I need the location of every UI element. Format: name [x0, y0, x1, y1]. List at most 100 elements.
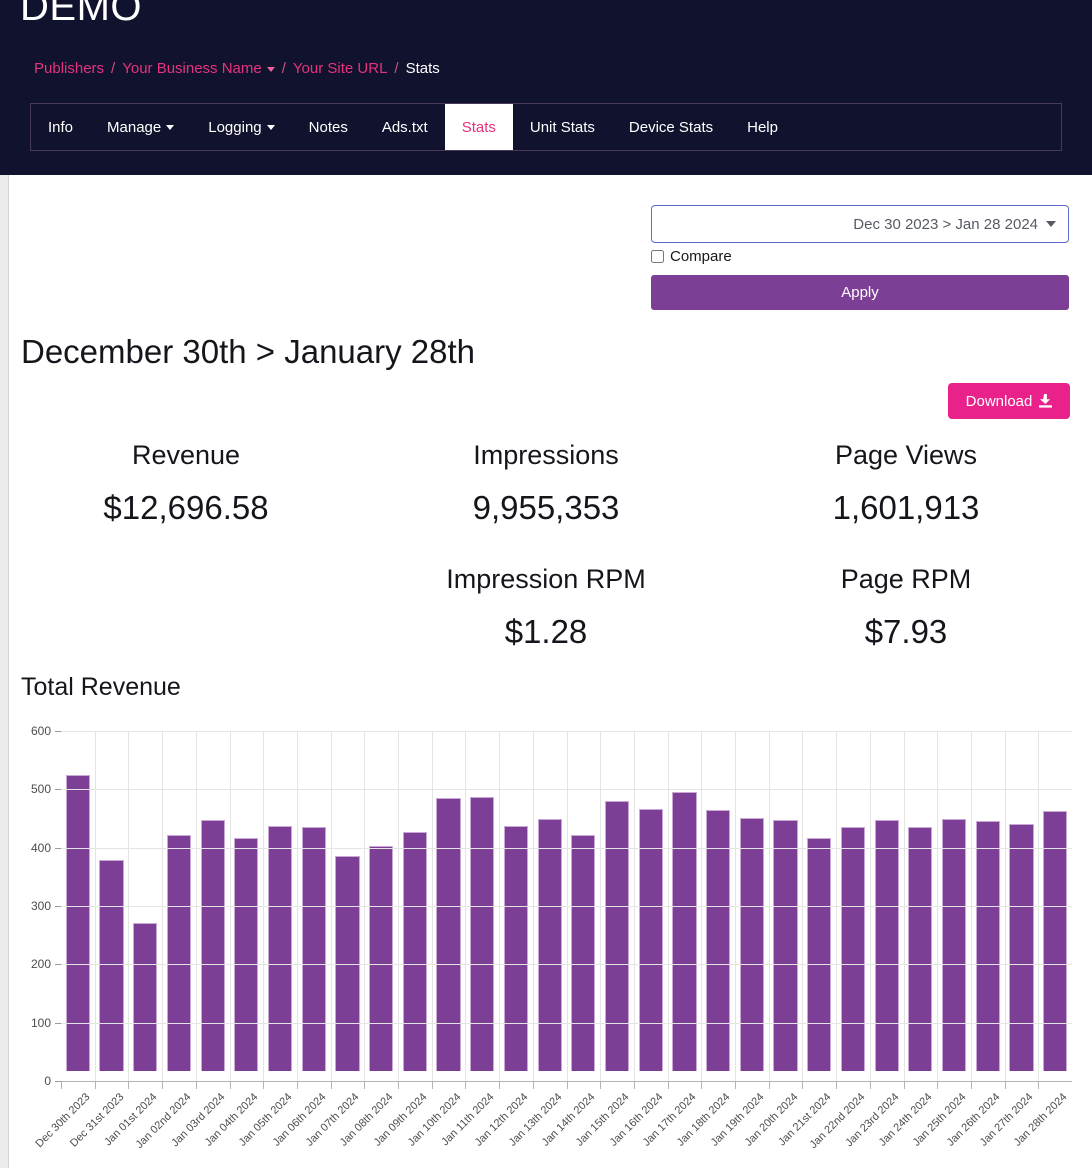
nav-item-ads-txt[interactable]: Ads.txt [365, 104, 445, 150]
chart-x-tick [364, 1081, 366, 1089]
chart-bar[interactable] [133, 923, 158, 1071]
chart-gridline-vertical [633, 731, 635, 1081]
chevron-down-icon[interactable] [1046, 221, 1056, 227]
chart-x-tick [162, 1081, 164, 1089]
chart-gridline-vertical [667, 731, 669, 1081]
chart-x-axis-labels: Dec 30th 2023 Dec 31st 2023 Jan 01st 2024 J… [33, 1091, 1072, 1168]
chart-x-tick [701, 1081, 703, 1089]
chart-bar[interactable] [571, 834, 596, 1071]
chart-bar[interactable] [267, 826, 293, 1071]
chart-x-tick [330, 1081, 332, 1089]
breadcrumb-business[interactable]: Your Business Name [122, 60, 262, 77]
chart-gridline-vertical [836, 731, 838, 1081]
nav-item-logging[interactable]: Logging [191, 104, 291, 150]
chart-x-tick [229, 1081, 231, 1089]
chart-gridline-vertical [1004, 731, 1006, 1081]
chart-x-tick [1004, 1081, 1006, 1089]
chart-bar[interactable] [436, 798, 461, 1071]
chart-bar[interactable] [672, 791, 697, 1071]
chart-x-tick [802, 1081, 804, 1089]
chart-gridline-vertical [398, 731, 399, 1081]
chart-bar[interactable] [975, 820, 1000, 1071]
chart-bar[interactable] [99, 860, 124, 1071]
chart-bar[interactable] [840, 827, 866, 1071]
metric-page-rpm-label: Page RPM [840, 564, 972, 594]
top-header: DEMO Publishers / Your Business Name / Your … [0, 0, 1092, 175]
chart-y-axis-label: 300 [30, 899, 51, 913]
chart-bar[interactable] [402, 832, 427, 1071]
breadcrumb-separator-1: / [111, 60, 116, 77]
page-title: December 30th > January 28th [21, 333, 476, 370]
chart-gridline-vertical [903, 731, 905, 1081]
total-revenue-chart: Dec 30th 2023 Dec 31st 2023 Jan 01st 2024 J… [21, 710, 1072, 1160]
chart-gridline-vertical [701, 731, 703, 1081]
chart-bar[interactable] [773, 820, 798, 1071]
chart-bar[interactable] [369, 846, 394, 1071]
chart-bar[interactable] [200, 819, 225, 1071]
compare-toggle[interactable]: Compare [651, 248, 732, 265]
compare-checkbox[interactable] [651, 250, 664, 263]
nav-item-unit-stats[interactable]: Unit Stats [513, 104, 612, 150]
brand-logo: DEMO [20, 0, 142, 29]
chart-x-tick [296, 1081, 298, 1089]
chart-bar[interactable] [166, 835, 192, 1071]
metric-impressions-label: Impressions [473, 440, 619, 470]
chart-bar[interactable] [301, 826, 326, 1071]
breadcrumb-separator-3: / [394, 60, 399, 77]
chart-bar[interactable] [234, 837, 259, 1071]
nav-item-device-stats[interactable]: Device Stats [612, 104, 730, 150]
chart-bar[interactable] [537, 819, 562, 1071]
chart-bar[interactable] [1043, 810, 1068, 1071]
left-gutter [0, 175, 9, 1168]
nav-item-help[interactable]: Help [730, 104, 795, 150]
nav-item-manage[interactable]: Manage [90, 104, 191, 150]
chart-gridline-vertical [465, 731, 467, 1081]
chart-gridline-vertical [869, 731, 871, 1081]
nav-item-info[interactable]: Info [31, 104, 90, 150]
chart-gridline-vertical [768, 731, 770, 1081]
chart-bar[interactable] [604, 800, 630, 1071]
chart-x-tick [499, 1081, 501, 1089]
chart-x-tick [1038, 1081, 1040, 1089]
chart-gridline-vertical [532, 731, 534, 1081]
chart-x-tick [61, 1081, 62, 1089]
chart-x-tick [970, 1081, 972, 1089]
nav-item-label: Unit Stats [529, 118, 595, 136]
chevron-down-icon[interactable] [266, 66, 275, 72]
nav-item-notes[interactable]: Notes [292, 104, 365, 150]
nav-item-label: Logging [208, 118, 262, 136]
chart-x-tick [94, 1081, 96, 1089]
metric-impressions-value: 9,955,353 [472, 489, 620, 526]
nav-item-stats[interactable]: Stats [444, 104, 513, 150]
apply-button[interactable]: Apply [651, 275, 1069, 310]
chart-x-tick [263, 1081, 265, 1089]
metric-revenue: Revenue $12,696.58 [4, 436, 368, 534]
chart-bar[interactable] [503, 826, 529, 1071]
chart-x-tick [836, 1081, 838, 1089]
chart-gridline-vertical [330, 731, 332, 1081]
chart-x-axis-label: Jan 28th 2024 [1011, 1091, 1070, 1149]
download-button-label: Download [965, 392, 1033, 410]
chart-bar[interactable] [908, 826, 933, 1071]
chart-x-tick [566, 1081, 568, 1089]
chart-bar[interactable] [1009, 824, 1034, 1071]
download-button[interactable]: Download [948, 383, 1070, 419]
chart-bar[interactable] [941, 819, 967, 1071]
chart-bar[interactable] [874, 820, 899, 1071]
chart-gridline-vertical [296, 731, 298, 1081]
breadcrumb-site-url[interactable]: Your Site URL [293, 60, 388, 77]
metric-impression-rpm-value: $1.28 [504, 613, 588, 650]
chart-bar[interactable] [470, 796, 495, 1071]
chart-x-tick [532, 1081, 534, 1089]
chart-bar[interactable] [739, 818, 764, 1071]
chart-bar[interactable] [706, 809, 731, 1071]
date-range-picker[interactable]: Dec 30 2023 > Jan 28 2024 [651, 205, 1069, 243]
chart-gridline-vertical [128, 731, 130, 1081]
breadcrumb-publishers[interactable]: Publishers [34, 60, 104, 77]
nav-item-label: Info [48, 118, 74, 136]
chart-bar[interactable] [807, 837, 832, 1071]
metric-revenue-value: $12,696.58 [103, 489, 269, 526]
chart-bar[interactable] [65, 774, 90, 1071]
chart-y-axis-label: 600 [30, 724, 51, 738]
chart-x-tick [768, 1081, 770, 1089]
